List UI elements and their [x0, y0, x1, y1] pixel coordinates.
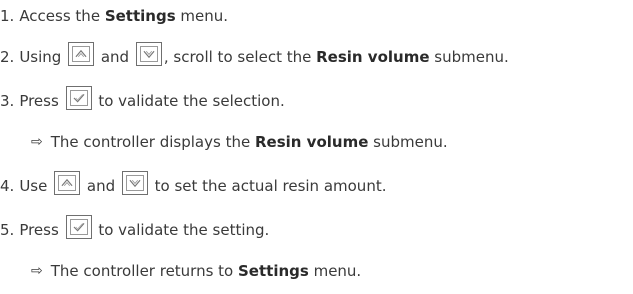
step-text: Access the: [19, 7, 105, 25]
step-text: Using: [19, 48, 67, 66]
up-key-icon: [68, 42, 95, 66]
down-key-icon: [135, 42, 162, 66]
step-number: 5.: [0, 221, 15, 239]
ok-key-icon: [65, 215, 92, 239]
step-4: 4. Use and to set the actual resin amoun…: [0, 171, 387, 200]
step-text: to validate the setting.: [93, 221, 270, 239]
step-text: submenu.: [429, 48, 509, 66]
step-text: and: [96, 48, 134, 66]
result-text: menu.: [308, 262, 362, 280]
step-number: 1.: [0, 7, 15, 25]
step-2: 2. Using and , scroll to select the Resi…: [0, 42, 509, 71]
result-text: submenu.: [368, 133, 448, 151]
ok-key-icon: [65, 86, 92, 110]
step-text: Use: [19, 177, 53, 195]
step-number: 2.: [0, 48, 15, 66]
up-key-icon: [54, 171, 81, 195]
step-text: Press: [19, 92, 64, 110]
result-text: The controller displays the: [50, 133, 255, 151]
step-3-result: ⇨ The controller displays the Resin volu…: [31, 128, 448, 156]
step-5-result: ⇨ The controller returns to Settings men…: [31, 257, 361, 285]
step-text: , scroll to select the: [163, 48, 317, 66]
step-text: to set the actual resin amount.: [149, 177, 387, 195]
step-number: 3.: [0, 92, 15, 110]
resin-volume-term: Resin volume: [254, 133, 369, 151]
resin-volume-term: Resin volume: [316, 48, 430, 66]
step-text: Press: [19, 221, 64, 239]
settings-menu-term: Settings: [104, 7, 176, 25]
step-1: 1. Access the Settings menu.: [0, 2, 228, 30]
step-text: to validate the selection.: [93, 92, 285, 110]
step-5: 5. Press to validate the setting.: [0, 215, 270, 244]
settings-menu-term: Settings: [238, 262, 309, 280]
step-text: menu.: [175, 7, 229, 25]
result-text: The controller returns to: [50, 262, 238, 280]
result-arrow-icon: ⇨: [31, 263, 43, 279]
step-3: 3. Press to validate the selection.: [0, 86, 285, 115]
result-arrow-icon: ⇨: [31, 134, 43, 150]
step-text: and: [82, 177, 120, 195]
step-number: 4.: [0, 177, 15, 195]
down-key-icon: [121, 171, 148, 195]
